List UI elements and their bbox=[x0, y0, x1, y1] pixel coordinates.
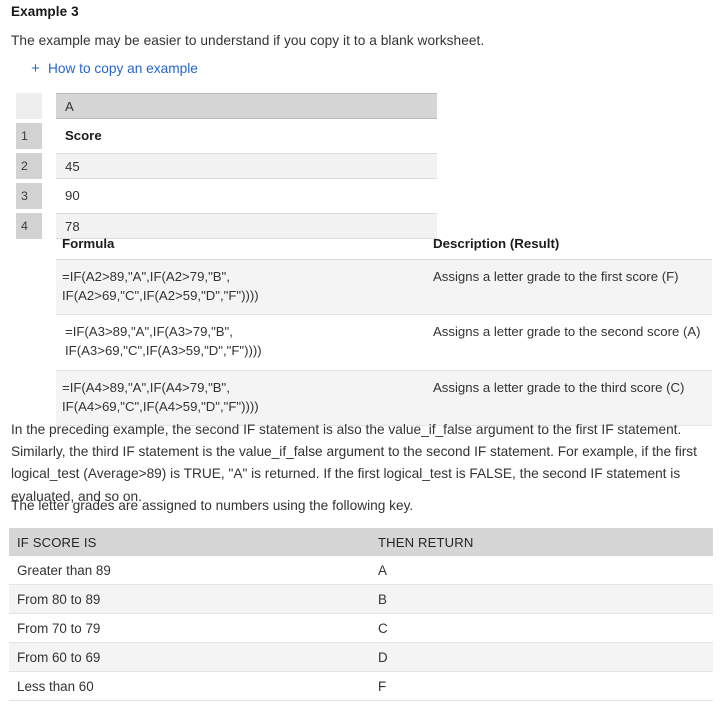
formula-line-2: IF(A2>69,"C",IF(A2>59,"D","F")))) bbox=[62, 287, 259, 303]
description-cell: Assigns a letter grade to the first scor… bbox=[427, 259, 712, 316]
table-row: =IF(A4>89,"A",IF(A4>79,"B", IF(A4>69,"C"… bbox=[56, 370, 712, 427]
row-header-4[interactable]: 4 bbox=[16, 213, 42, 239]
description-cell: Assigns a letter grade to the third scor… bbox=[427, 370, 712, 427]
how-to-copy-expander[interactable]: + How to copy an example bbox=[30, 61, 198, 76]
description-cell: Assigns a letter grade to the second sco… bbox=[427, 314, 712, 371]
column-header-a: A bbox=[56, 93, 437, 119]
table-row: Less than 60 F bbox=[9, 671, 713, 701]
formula-table-header-row: Formula Description (Result) bbox=[56, 236, 712, 260]
worksheet-cell-a3[interactable]: 90 bbox=[56, 183, 437, 209]
condition-cell: From 80 to 89 bbox=[9, 584, 370, 614]
condition-cell: Greater than 89 bbox=[9, 556, 370, 585]
key-intro-paragraph: The letter grades are assigned to number… bbox=[11, 498, 414, 513]
formula-line-2: IF(A4>69,"C",IF(A4>59,"D","F")))) bbox=[62, 398, 259, 414]
result-cell: F bbox=[370, 671, 713, 701]
result-cell: B bbox=[370, 584, 713, 614]
formula-table: Formula Description (Result) =IF(A2>89,"… bbox=[56, 236, 712, 427]
intro-paragraph: The example may be easier to understand … bbox=[11, 33, 485, 48]
table-row: From 60 to 69 D bbox=[9, 642, 713, 672]
row-header-corner bbox=[16, 93, 42, 119]
table-row: From 80 to 89 B bbox=[9, 584, 713, 614]
worksheet-cell-a1[interactable]: Score bbox=[56, 123, 437, 149]
row-header-1[interactable]: 1 bbox=[16, 123, 42, 149]
result-cell: C bbox=[370, 613, 713, 643]
condition-cell: From 60 to 69 bbox=[9, 642, 370, 672]
worksheet-cell-a2[interactable]: 45 bbox=[56, 153, 437, 179]
page-title: Example 3 bbox=[11, 4, 79, 19]
how-to-copy-expander-label: How to copy an example bbox=[48, 60, 198, 76]
then-return-column-header: THEN RETURN bbox=[370, 528, 713, 556]
formula-line-2: IF(A3>69,"C",IF(A3>59,"D","F")))) bbox=[65, 343, 262, 359]
table-row: =IF(A2>89,"A",IF(A2>79,"B", IF(A2>69,"C"… bbox=[56, 259, 712, 316]
article-page: Example 3 The example may be easier to u… bbox=[0, 0, 722, 707]
formula-column-header: Formula bbox=[56, 236, 427, 260]
row-header-2[interactable]: 2 bbox=[16, 153, 42, 179]
formula-cell: =IF(A3>89,"A",IF(A3>79,"B", IF(A3>69,"C"… bbox=[56, 314, 427, 371]
table-row: Greater than 89 A bbox=[9, 556, 713, 585]
formula-line-1: =IF(A3>89,"A",IF(A3>79,"B", bbox=[65, 324, 233, 340]
plus-icon: + bbox=[31, 60, 40, 77]
grade-key-header-row: IF SCORE IS THEN RETURN bbox=[9, 528, 713, 556]
grade-key-table: IF SCORE IS THEN RETURN Greater than 89 … bbox=[9, 528, 713, 701]
result-cell: D bbox=[370, 642, 713, 672]
row-header-3[interactable]: 3 bbox=[16, 183, 42, 209]
formula-cell: =IF(A4>89,"A",IF(A4>79,"B", IF(A4>69,"C"… bbox=[56, 370, 427, 427]
condition-cell: Less than 60 bbox=[9, 671, 370, 701]
table-row: =IF(A3>89,"A",IF(A3>79,"B", IF(A3>69,"C"… bbox=[56, 314, 712, 371]
formula-line-1: =IF(A4>89,"A",IF(A4>79,"B", bbox=[62, 379, 230, 395]
result-cell: A bbox=[370, 556, 713, 585]
description-column-header: Description (Result) bbox=[427, 236, 712, 260]
worksheet-grid: A 1 Score 2 45 3 90 4 78 bbox=[16, 93, 437, 239]
formula-line-1: =IF(A2>89,"A",IF(A2>79,"B", bbox=[62, 269, 230, 284]
condition-cell: From 70 to 79 bbox=[9, 613, 370, 643]
formula-cell: =IF(A2>89,"A",IF(A2>79,"B", IF(A2>69,"C"… bbox=[56, 259, 427, 316]
table-row: From 70 to 79 C bbox=[9, 613, 713, 643]
if-score-is-column-header: IF SCORE IS bbox=[9, 528, 370, 556]
